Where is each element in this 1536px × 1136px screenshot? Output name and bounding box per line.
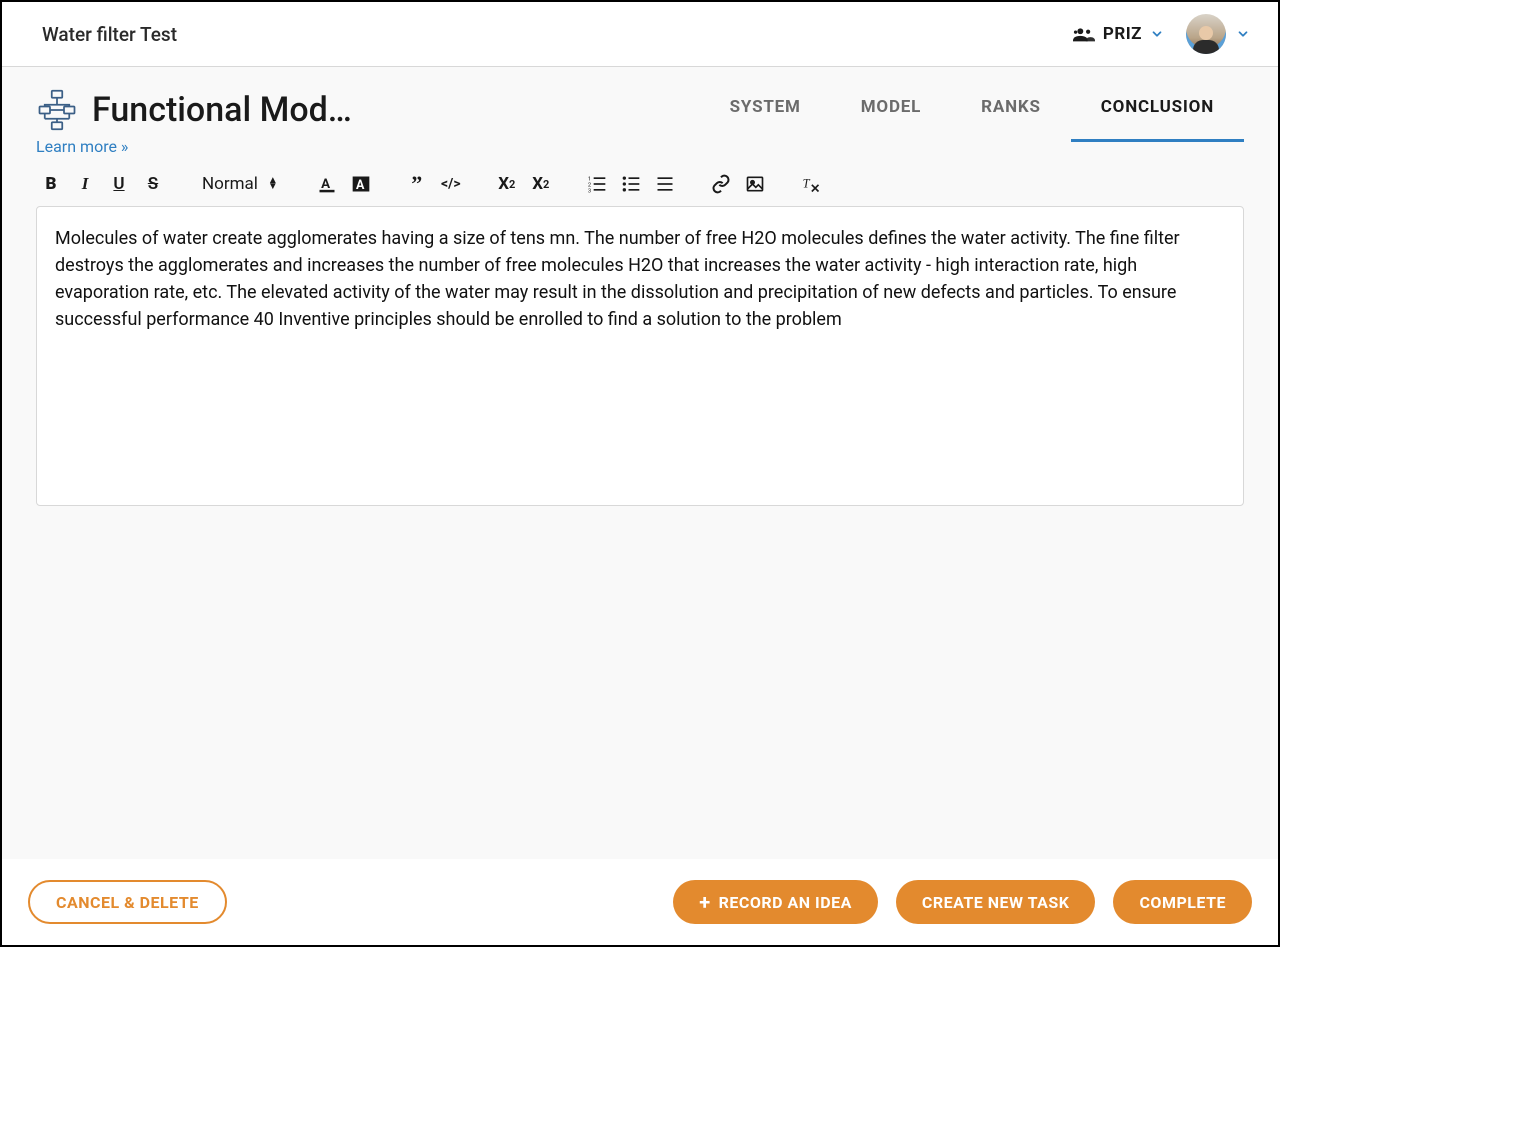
clear-formatting-icon: T (801, 174, 821, 194)
heading-select-label: Normal (202, 174, 258, 194)
heading-select[interactable]: Normal ▲▼ (194, 174, 286, 194)
complete-button[interactable]: COMPLETE (1113, 880, 1252, 924)
superscript-button[interactable]: X2 (526, 170, 556, 198)
link-button[interactable] (706, 170, 736, 198)
italic-button[interactable]: I (70, 170, 100, 198)
project-title: Water filter Test (42, 23, 177, 46)
clear-formatting-button[interactable]: T (796, 170, 826, 198)
workspace-picker[interactable]: PRIZ (1073, 24, 1164, 44)
svg-text:3: 3 (588, 188, 591, 194)
sub-header: Functional Mod… Learn more » SYSTEM MODE… (2, 67, 1278, 156)
conclusion-editor[interactable]: Molecules of water create agglomerates h… (36, 206, 1244, 506)
page-title: Functional Mod… (92, 90, 352, 130)
unordered-list-icon (621, 174, 641, 194)
background-color-icon: A (351, 174, 371, 194)
tabs: SYSTEM MODEL RANKS CONCLUSION (700, 89, 1244, 142)
editor-toolbar: B I U S Normal ▲▼ A A ” </> X2 X2 (36, 166, 1244, 206)
svg-text:A: A (356, 178, 365, 193)
user-menu[interactable] (1186, 14, 1250, 54)
record-idea-button[interactable]: + RECORD AN IDEA (673, 880, 878, 924)
unordered-list-button[interactable] (616, 170, 646, 198)
strikethrough-button[interactable]: S (138, 170, 168, 198)
blockquote-button[interactable]: ” (402, 170, 432, 198)
learn-more-link[interactable]: Learn more » (36, 137, 396, 156)
chevron-down-icon (1150, 27, 1164, 41)
text-color-icon: A (317, 174, 337, 194)
subscript-button[interactable]: X2 (492, 170, 522, 198)
background-color-button[interactable]: A (346, 170, 376, 198)
cancel-delete-button[interactable]: CANCEL & DELETE (28, 880, 227, 924)
tab-model[interactable]: MODEL (831, 89, 951, 142)
avatar (1186, 14, 1226, 54)
bold-button[interactable]: B (36, 170, 66, 198)
ordered-list-icon: 123 (587, 174, 607, 194)
image-button[interactable] (740, 170, 770, 198)
indent-icon (655, 174, 675, 194)
tab-system[interactable]: SYSTEM (700, 89, 831, 142)
footer-actions: CANCEL & DELETE + RECORD AN IDEA CREATE … (2, 859, 1278, 945)
chevron-down-icon (1236, 27, 1250, 41)
create-task-button[interactable]: CREATE NEW TASK (896, 880, 1096, 924)
top-bar: Water filter Test PRIZ (2, 2, 1278, 67)
tab-ranks[interactable]: RANKS (951, 89, 1071, 142)
ordered-list-button[interactable]: 123 (582, 170, 612, 198)
functional-model-icon (36, 89, 78, 131)
link-icon (711, 174, 731, 194)
record-idea-label: RECORD AN IDEA (719, 893, 852, 912)
code-block-button[interactable]: </> (436, 170, 466, 198)
indent-button[interactable] (650, 170, 680, 198)
sort-icon: ▲▼ (268, 178, 278, 190)
svg-text:T: T (802, 176, 810, 190)
people-icon (1073, 26, 1095, 42)
tab-conclusion[interactable]: CONCLUSION (1071, 89, 1244, 142)
image-icon (745, 174, 765, 194)
workspace-label: PRIZ (1103, 24, 1142, 44)
text-color-button[interactable]: A (312, 170, 342, 198)
underline-button[interactable]: U (104, 170, 134, 198)
